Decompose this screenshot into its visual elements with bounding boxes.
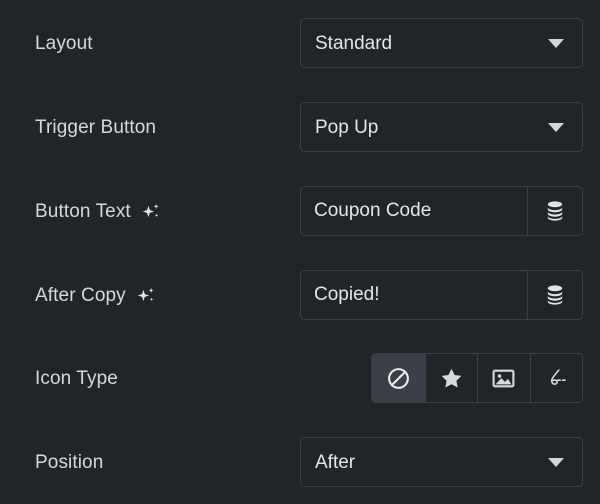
sparkle-icon[interactable] [135, 285, 157, 307]
label-icon-type: Icon Type [35, 369, 118, 388]
settings-panel: Layout Standard Trigger Button Pop Up Bu… [0, 0, 600, 504]
trigger-button-select-value: Pop Up [315, 117, 379, 137]
database-icon [545, 284, 565, 306]
setting-row-icon-type: Icon Type [0, 353, 600, 403]
label-after-copy-text: After Copy [35, 284, 126, 306]
after-copy-dynamic-button[interactable] [527, 271, 582, 319]
control-position: After [300, 437, 583, 487]
label-layout-text: Layout [35, 32, 93, 54]
none-icon [386, 366, 411, 391]
icon-type-option-none[interactable] [372, 354, 425, 402]
star-icon [439, 366, 464, 391]
label-trigger-button-text: Trigger Button [35, 116, 157, 138]
icon-type-option-svg-path[interactable] [529, 354, 582, 402]
database-icon [545, 200, 565, 222]
icon-type-option-star[interactable] [424, 354, 477, 402]
position-select[interactable]: After [300, 437, 583, 487]
label-after-copy: After Copy [35, 284, 157, 306]
layout-select-value: Standard [315, 33, 393, 53]
chevron-down-icon [548, 457, 564, 467]
sparkle-icon[interactable] [140, 201, 162, 223]
image-icon [491, 366, 516, 391]
button-text-input[interactable] [301, 187, 527, 235]
label-layout: Layout [35, 34, 93, 53]
setting-row-position: Position After [0, 437, 600, 487]
label-position: Position [35, 453, 103, 472]
button-text-dynamic-button[interactable] [527, 187, 582, 235]
label-button-text-text: Button Text [35, 200, 131, 222]
trigger-button-select[interactable]: Pop Up [300, 102, 583, 152]
icon-type-option-image[interactable] [477, 354, 530, 402]
chevron-down-icon [548, 38, 564, 48]
setting-row-after-copy: After Copy [0, 270, 600, 320]
label-position-text: Position [35, 451, 104, 473]
after-copy-input[interactable] [301, 271, 527, 319]
control-layout: Standard [300, 18, 583, 68]
label-button-text: Button Text [35, 200, 162, 222]
position-select-value: After [315, 452, 356, 472]
control-after-copy [300, 270, 583, 320]
button-text-input-wrap [300, 186, 583, 236]
control-trigger-button: Pop Up [300, 102, 583, 152]
label-icon-type-text: Icon Type [35, 367, 118, 389]
control-icon-type [300, 353, 583, 403]
setting-row-button-text: Button Text [0, 186, 600, 236]
icon-type-button-group [371, 353, 583, 403]
label-trigger-button: Trigger Button [35, 118, 156, 137]
setting-row-layout: Layout Standard [0, 18, 600, 68]
setting-row-trigger-button: Trigger Button Pop Up [0, 102, 600, 152]
layout-select[interactable]: Standard [300, 18, 583, 68]
svg-path-icon [544, 366, 569, 391]
chevron-down-icon [548, 122, 564, 132]
control-button-text [300, 186, 583, 236]
after-copy-input-wrap [300, 270, 583, 320]
